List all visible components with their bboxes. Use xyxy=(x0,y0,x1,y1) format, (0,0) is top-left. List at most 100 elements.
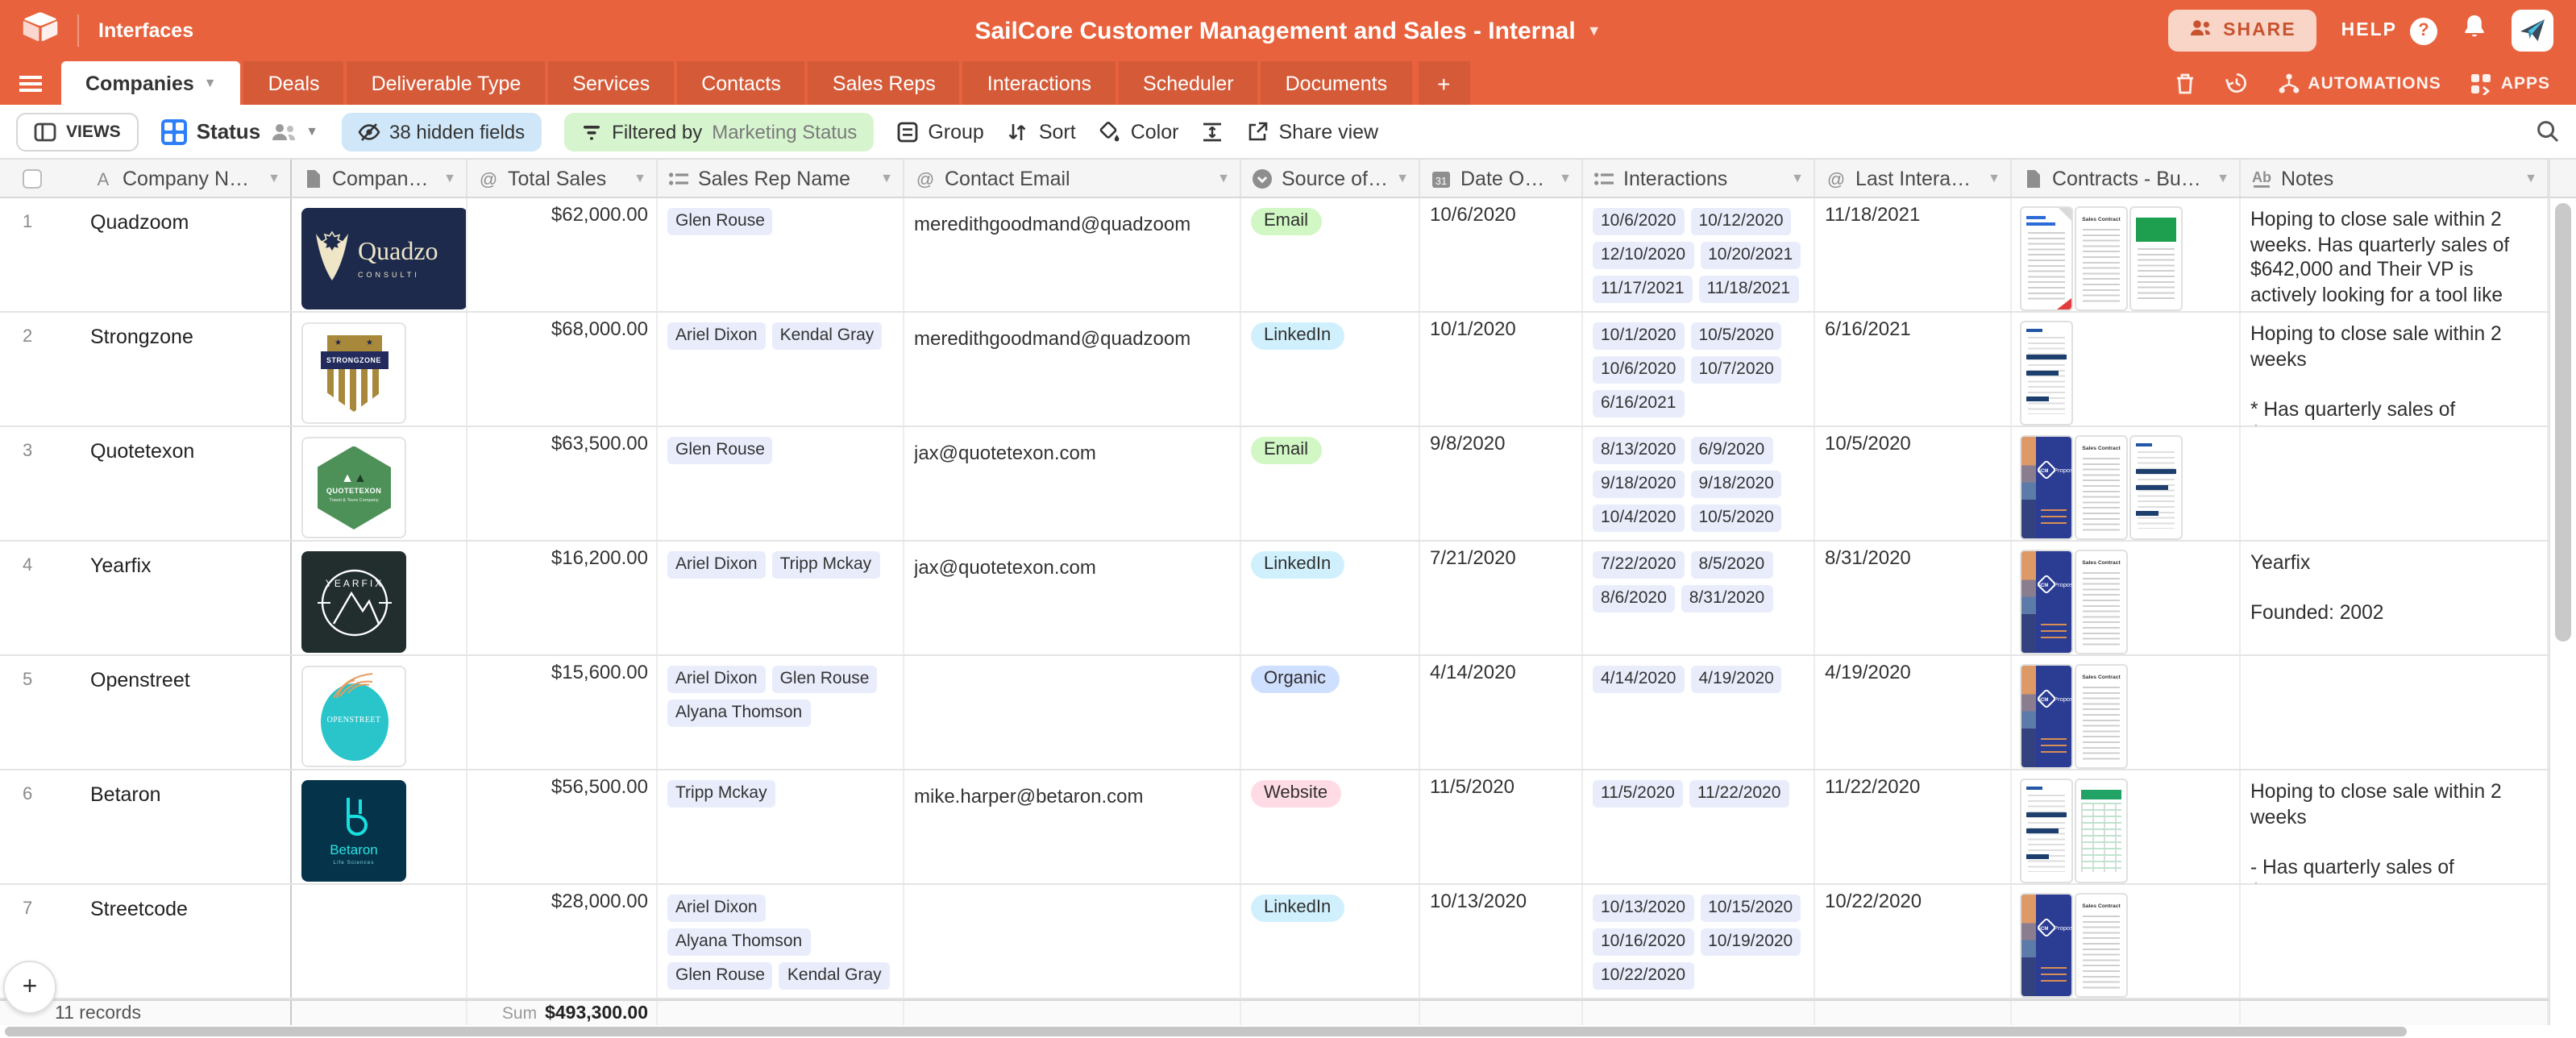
cell-contact-email[interactable] xyxy=(904,885,1241,998)
sort-button[interactable]: Sort xyxy=(1007,120,1076,143)
color-button[interactable]: Color xyxy=(1099,120,1179,143)
column-header-contact-email[interactable]: @Contact Email▼ xyxy=(904,160,1241,197)
view-switcher[interactable]: Status ▼ xyxy=(161,118,318,144)
cell-contracts-budgets[interactable]: SCMProposalSales Contract xyxy=(2012,542,2241,654)
column-menu-icon[interactable]: ▼ xyxy=(1791,171,1804,185)
airtable-logo-icon[interactable] xyxy=(23,11,58,50)
attachment-thumbnail[interactable]: Sales Contract xyxy=(2076,208,2126,309)
cell-total-sales[interactable]: $68,000.00 xyxy=(467,313,658,426)
cell-total-sales[interactable]: $15,600.00 xyxy=(467,656,658,769)
vertical-scrollbar[interactable] xyxy=(2549,158,2576,1025)
search-icon[interactable] xyxy=(2536,119,2560,143)
cell-source-of-lead[interactable]: Website xyxy=(1241,770,1420,883)
cell-interactions[interactable]: 4/14/20204/19/2020 xyxy=(1583,656,1815,769)
cell-contracts-budgets[interactable] xyxy=(2012,313,2241,426)
cell-interactions[interactable]: 8/13/20206/9/20209/18/20209/18/202010/4/… xyxy=(1583,427,1815,540)
tab-companies[interactable]: Companies▼ xyxy=(61,61,241,105)
cell-notes[interactable]: Hoping to close sale within 2 weeks * Ha… xyxy=(2241,313,2549,426)
cell-source-of-lead[interactable]: Email xyxy=(1241,198,1420,311)
column-header-company-name[interactable]: ACompany Name▼ xyxy=(0,160,292,197)
cell-notes[interactable]: Hoping to close sale within 2 weeks. Has… xyxy=(2241,198,2549,311)
add-record-button[interactable]: + xyxy=(3,961,56,1014)
attachment-thumbnail[interactable] xyxy=(2021,322,2071,424)
attachment-thumbnail[interactable]: Sales Contract xyxy=(2076,437,2126,538)
column-header-notes[interactable]: AbNotes▼ xyxy=(2241,160,2549,197)
column-header-date-opened[interactable]: 31Date Opened▼ xyxy=(1420,160,1583,197)
cell-total-sales[interactable]: $28,000.00 xyxy=(467,885,658,998)
column-header-contracts-budgets[interactable]: Contracts - Budgets ...▼ xyxy=(2012,160,2241,197)
cell-contact-email[interactable]: jax@quotetexon.com xyxy=(904,542,1241,654)
cell-company-logo[interactable]: ▲▲QUOTETEXONTravel & Tours Company xyxy=(292,427,467,540)
history-button[interactable] xyxy=(2224,71,2248,95)
attachment-thumbnail[interactable]: SCMProposal xyxy=(2021,666,2071,767)
attachment-thumbnail[interactable]: Sales Contract xyxy=(2076,551,2126,653)
cell-company-logo[interactable]: QuadzoCONSULTI xyxy=(292,198,467,311)
cell-sales-rep-name[interactable]: Ariel DixonAlyana ThomsonGlen RouseKenda… xyxy=(658,885,904,998)
cell-contact-email[interactable]: meredithgoodmand@quadzoom xyxy=(904,313,1241,426)
cell-total-sales[interactable]: $62,000.00 xyxy=(467,198,658,311)
base-title-menu[interactable]: SailCore Customer Management and Sales -… xyxy=(974,17,1601,44)
share-view-button[interactable]: Share view xyxy=(1246,120,1378,143)
column-menu-icon[interactable]: ▼ xyxy=(880,171,893,185)
attachment-thumbnail[interactable] xyxy=(2131,208,2181,309)
tab-scheduler[interactable]: Scheduler xyxy=(1119,61,1258,105)
cell-last-interaction[interactable]: 6/16/2021 xyxy=(1815,313,2012,426)
column-menu-icon[interactable]: ▼ xyxy=(1396,171,1409,185)
cell-date-opened[interactable]: 9/8/2020 xyxy=(1420,427,1583,540)
cell-date-opened[interactable]: 4/14/2020 xyxy=(1420,656,1583,769)
attachment-thumbnail[interactable] xyxy=(2021,208,2071,309)
column-menu-icon[interactable]: ▼ xyxy=(1988,171,2001,185)
column-header-source-of-lead[interactable]: Source of Lead▼ xyxy=(1241,160,1420,197)
cell-date-opened[interactable]: 11/5/2020 xyxy=(1420,770,1583,883)
tab-deals[interactable]: Deals xyxy=(244,61,344,105)
horizontal-scrollbar-thumb[interactable] xyxy=(5,1027,2407,1036)
hamburger-menu-icon[interactable] xyxy=(0,61,61,105)
column-header-interactions[interactable]: Interactions▼ xyxy=(1583,160,1815,197)
column-header-sales-rep-name[interactable]: Sales Rep Name▼ xyxy=(658,160,904,197)
attachment-thumbnail[interactable]: Sales Contract xyxy=(2076,666,2126,767)
tab-documents[interactable]: Documents xyxy=(1261,61,1411,105)
tab-caret-icon[interactable]: ▼ xyxy=(204,76,217,90)
cell-last-interaction[interactable]: 10/5/2020 xyxy=(1815,427,2012,540)
cell-last-interaction[interactable]: 10/22/2020 xyxy=(1815,885,2012,998)
cell-company-name[interactable]: 3Quotetexon xyxy=(0,427,292,540)
cell-contracts-budgets[interactable]: SCMProposalSales Contract xyxy=(2012,427,2241,540)
app-avatar[interactable] xyxy=(2512,10,2553,52)
cell-company-logo[interactable]: OPENSTREET xyxy=(292,656,467,769)
cell-interactions[interactable]: 10/13/202010/15/202010/16/202010/19/2020… xyxy=(1583,885,1815,998)
column-header-company-logo[interactable]: Company Logo▼ xyxy=(292,160,467,197)
bell-icon[interactable] xyxy=(2462,13,2487,48)
cell-last-interaction[interactable]: 8/31/2020 xyxy=(1815,542,2012,654)
column-menu-icon[interactable]: ▼ xyxy=(634,171,646,185)
column-menu-icon[interactable]: ▼ xyxy=(2217,171,2229,185)
attachment-thumbnail[interactable] xyxy=(2021,780,2071,882)
hidden-fields-button[interactable]: 38 hidden fields xyxy=(341,112,541,151)
group-button[interactable]: Group xyxy=(895,120,984,143)
cell-notes[interactable] xyxy=(2241,656,2549,769)
cell-sales-rep-name[interactable]: Tripp Mckay xyxy=(658,770,904,883)
interfaces-nav[interactable]: Interfaces xyxy=(98,19,193,42)
select-all-checkbox[interactable] xyxy=(23,168,42,188)
cell-date-opened[interactable]: 10/1/2020 xyxy=(1420,313,1583,426)
cell-sales-rep-name[interactable]: Glen Rouse xyxy=(658,427,904,540)
cell-contact-email[interactable] xyxy=(904,656,1241,769)
cell-company-name[interactable]: 5Openstreet xyxy=(0,656,292,769)
cell-notes[interactable]: Yearfix Founded: 2002 xyxy=(2241,542,2549,654)
cell-date-opened[interactable]: 10/13/2020 xyxy=(1420,885,1583,998)
attachment-thumbnail[interactable]: SCMProposal xyxy=(2021,551,2071,653)
add-table-button[interactable]: + xyxy=(1418,61,1469,105)
attachment-thumbnail[interactable] xyxy=(2076,780,2126,882)
cell-last-interaction[interactable]: 4/19/2020 xyxy=(1815,656,2012,769)
cell-source-of-lead[interactable]: LinkedIn xyxy=(1241,313,1420,426)
cell-total-sales[interactable]: $16,200.00 xyxy=(467,542,658,654)
tab-deliverable-type[interactable]: Deliverable Type xyxy=(347,61,546,105)
column-menu-icon[interactable]: ▼ xyxy=(443,171,456,185)
attachment-thumbnail[interactable]: SCMProposal xyxy=(2021,437,2071,538)
cell-contracts-budgets[interactable] xyxy=(2012,770,2241,883)
cell-notes[interactable] xyxy=(2241,885,2549,998)
attachment-thumbnail[interactable] xyxy=(2131,437,2181,538)
cell-source-of-lead[interactable]: Email xyxy=(1241,427,1420,540)
cell-interactions[interactable]: 10/1/202010/5/202010/6/202010/7/20206/16… xyxy=(1583,313,1815,426)
cell-company-name[interactable]: 1Quadzoom xyxy=(0,198,292,311)
cell-last-interaction[interactable]: 11/18/2021 xyxy=(1815,198,2012,311)
